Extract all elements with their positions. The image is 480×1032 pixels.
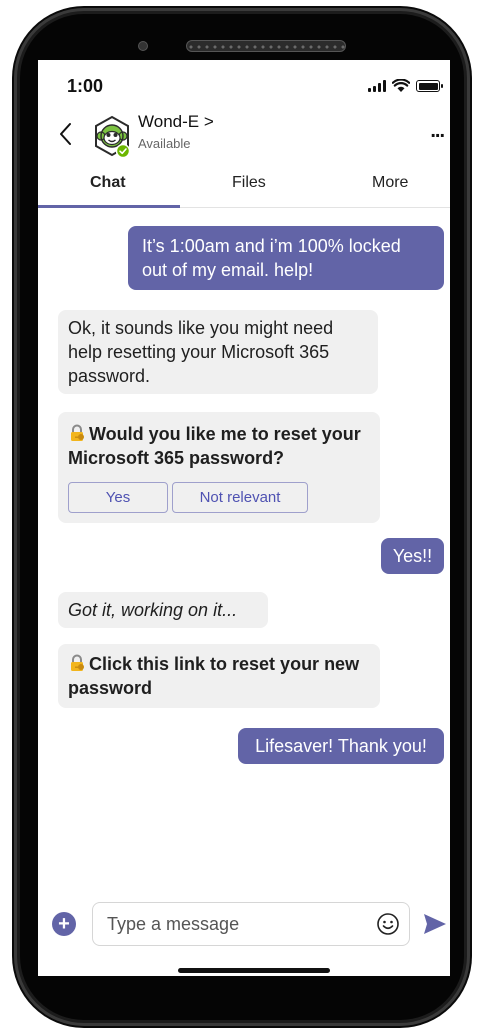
not-relevant-button[interactable]: Not relevant [172, 482, 308, 513]
presence-status: Available [138, 136, 191, 151]
back-arrow-icon[interactable] [56, 120, 76, 148]
earpiece-speaker [186, 40, 346, 52]
reset-password-link[interactable]: Click this link to reset your new passwo… [58, 644, 380, 708]
chat-tabs: Chat Files More [38, 160, 450, 208]
status-icons [368, 79, 443, 93]
add-attachment-button[interactable]: + [52, 912, 76, 936]
message-incoming: Ok, it sounds like you might need help r… [58, 310, 378, 394]
status-time: 1:00 [67, 76, 104, 96]
chevron-right-icon: > [203, 112, 214, 131]
yes-button[interactable]: Yes [68, 482, 168, 513]
card-actions: Yes Not relevant [68, 482, 370, 513]
bot-avatar[interactable] [90, 114, 134, 158]
battery-icon [416, 80, 443, 92]
active-tab-indicator [38, 205, 180, 208]
teams-chat-screen: 1:00 Wond-E > Available ... Chat Files M… [38, 60, 450, 976]
cellular-signal-icon [368, 80, 386, 92]
lock-key-icon [71, 654, 84, 671]
card-title: Would you like me to reset your Microsof… [68, 424, 361, 468]
home-indicator[interactable] [178, 968, 330, 973]
tab-files[interactable]: Files [232, 174, 266, 192]
chat-header: Wond-E > Available ... [38, 108, 450, 160]
emoji-icon[interactable] [376, 912, 400, 936]
contact-name-link[interactable]: Wond-E > [138, 112, 214, 132]
send-icon[interactable] [422, 912, 448, 936]
message-composer: + [38, 896, 450, 952]
message-outgoing: Yes!! [381, 538, 444, 574]
message-input[interactable] [92, 902, 410, 946]
status-bar: 1:00 [38, 60, 450, 108]
front-camera [138, 41, 148, 51]
more-options-button[interactable]: ... [430, 121, 445, 141]
presence-available-icon [116, 144, 130, 158]
tab-more[interactable]: More [372, 174, 408, 192]
adaptive-card-reset-prompt: Would you like me to reset your Microsof… [58, 412, 380, 523]
lock-key-icon [71, 424, 84, 441]
message-outgoing: Lifesaver! Thank you! [238, 728, 444, 764]
wifi-icon [392, 79, 410, 92]
message-incoming: Got it, working on it... [58, 592, 268, 628]
tab-chat[interactable]: Chat [90, 174, 126, 192]
contact-name: Wond-E [138, 112, 200, 131]
message-outgoing: It’s 1:00am and i’m 100% locked out of m… [128, 226, 444, 290]
